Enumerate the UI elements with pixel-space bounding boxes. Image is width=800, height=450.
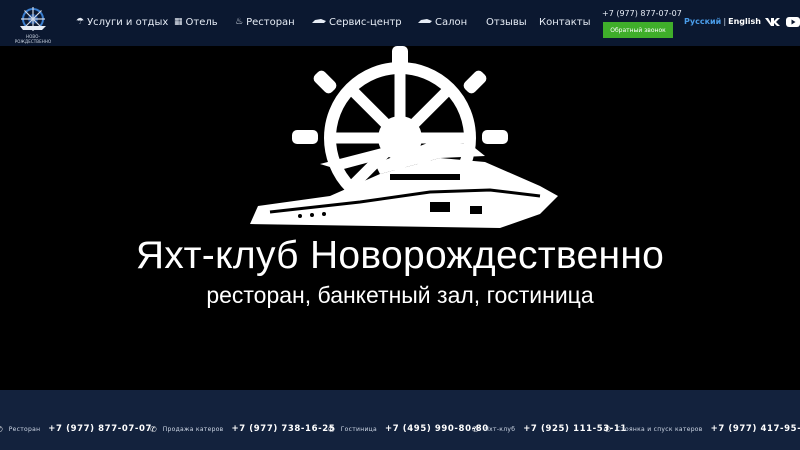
phone-icon: ✆ [0,425,3,434]
contact-restaurant: ✆ Ресторан +7 (977) 877-07-07 [0,423,152,435]
logo-emblem-icon [20,7,46,31]
contact-phone[interactable]: +7 (977) 417-95-99 [711,424,800,434]
nav-item-salon[interactable]: Салон [418,14,467,30]
contact-boat-parking: ✆ Стоянка и спуск катеров +7 (977) 417-9… [604,423,800,435]
logo[interactable]: НОВО-РОЖДЕСТВЕННО [8,6,58,44]
youtube-icon[interactable] [785,15,800,29]
umbrella-icon: ☂ [76,17,85,27]
nav-item-label: Ресторан [246,16,295,28]
contact-phone[interactable]: +7 (977) 877-07-07 [48,424,152,434]
nav-item-label: Отель [185,16,218,28]
contact-label: Гостиница [340,425,378,433]
phone-icon: ✆ [328,424,335,434]
hero-title: Яхт-клуб Новорождественно [135,234,665,277]
hero-subtitle: ресторан, банкетный зал, гостиница [206,282,594,308]
nav-item-label: Салон [435,16,468,28]
logo-text: НОВО-РОЖДЕСТВЕННО [14,34,52,44]
phone-icon: ✆ [604,424,611,434]
site-header: НОВО-РОЖДЕСТВЕННО ☂ Услуги и отдых ▦ Оте… [0,0,800,46]
nav-item-service-center[interactable]: Сервис-центр [312,14,402,30]
nav-item-restaurant[interactable]: ♨ Ресторан [235,14,295,30]
nav-item-label: Сервис-центр [329,16,402,28]
callback-button[interactable]: Обратный звонок [603,22,673,38]
hero-banner: Яхт-клуб Новорождественно ресторан, банк… [0,46,800,390]
contacts-strip: ✆ Ресторан +7 (977) 877-07-07 ✆ Продажа … [0,390,800,450]
yacht-wheel-icon [250,46,558,228]
contact-label: Яхт-клуб [484,425,516,433]
phone-icon: ✆ [472,424,479,434]
restaurant-icon: ♨ [235,17,244,27]
nav-item-reviews[interactable]: Отзывы [486,14,527,30]
contact-label: Стоянка и спуск катеров [616,425,703,433]
lang-en-link[interactable]: English [728,17,761,26]
contact-label: Продажа катеров [162,425,224,433]
nav-item-label: Услуги и отдых [87,16,169,28]
contact-phone[interactable]: +7 (977) 738-16-25 [232,424,336,434]
nav-item-hotel[interactable]: ▦ Отель [174,14,218,30]
phone-icon: ✆ [150,424,157,434]
nav-item-label: Контакты [539,16,591,28]
nav-item-contacts[interactable]: Контакты [539,14,590,30]
contact-boat-sales: ✆ Продажа катеров +7 (977) 738-16-25 [150,423,335,435]
lang-separator: | [723,17,727,26]
contact-hotel: ✆ Гостиница +7 (495) 990-80-80 [328,423,489,435]
boat-icon [418,17,432,27]
contact-label: Ресторан [8,425,41,433]
vk-icon[interactable] [765,15,781,29]
header-phone[interactable]: +7 (977) 877-07-07 [602,9,682,18]
nav-item-label: Отзывы [486,16,527,28]
language-switcher: Русский | English [684,17,761,26]
nav-item-services[interactable]: ☂ Услуги и отдых [76,14,168,30]
hotel-icon: ▦ [174,17,183,27]
boat-icon [312,17,326,27]
lang-ru-link[interactable]: Русский [684,17,721,26]
